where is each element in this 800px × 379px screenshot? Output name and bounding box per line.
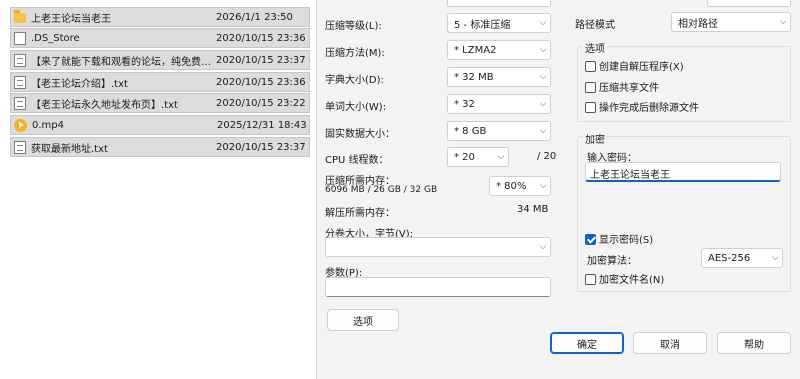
file-icon <box>14 31 26 45</box>
chevron-down-icon: ⌵ <box>539 18 547 28</box>
enc-names-checkbox[interactable]: 加密文件名(N) <box>585 271 664 286</box>
file-name: 【老王论坛介绍】.txt <box>31 78 128 90</box>
password-value: 上老王论坛当老王 <box>590 170 670 181</box>
chevron-down-icon: ⌵ <box>539 45 547 55</box>
file-date: 2020/10/15 23:22 <box>216 97 306 109</box>
chevron-down-icon: ⌵ <box>539 99 547 109</box>
level-value: 5 - 标准压缩 <box>454 19 511 31</box>
show-password-label: 显示密码(S) <box>599 235 654 246</box>
mem-comp-detail: 6096 MB / 26 GB / 32 GB <box>325 185 438 195</box>
checkbox-icon <box>585 102 596 113</box>
file-date: 2020/10/15 23:36 <box>216 76 306 88</box>
file-name: 【老王论坛永久地址发布页】.txt <box>31 99 178 111</box>
help-button[interactable]: 帮助 <box>717 332 791 354</box>
chevron-down-icon: ⌵ <box>536 0 550 2</box>
opt-shared-label: 压缩共享文件 <box>599 83 659 94</box>
chevron-down-icon: ⌵ <box>771 253 779 263</box>
split-select[interactable]: ⌵ <box>325 237 551 257</box>
show-password-checkbox[interactable]: 显示密码(S) <box>585 231 653 246</box>
file-row[interactable]: 0.mp4 2025/12/31 18:43 <box>10 115 310 135</box>
file-name: 【来了就能下载和观看的论坛，纯免费！... <box>31 56 216 68</box>
path-mode-label: 路径模式 <box>575 20 615 31</box>
file-date: 2020/10/15 23:37 <box>216 54 306 66</box>
method-label: 压缩方法(M): <box>325 48 385 59</box>
dict-value: * 32 MB <box>454 71 494 83</box>
dict-select[interactable]: * 32 MB ⌵ <box>447 67 551 87</box>
file-row[interactable]: .DS_Store 2020/10/15 23:36 <box>10 28 310 48</box>
file-row[interactable]: 【老王论坛介绍】.txt 2020/10/15 23:36 <box>10 72 310 92</box>
cpu-label: CPU 线程数： <box>325 155 389 166</box>
file-row[interactable]: 上老王论坛当老王 2026/1/1 23:50 <box>10 7 310 27</box>
folder-icon <box>14 10 26 23</box>
format-select-partial[interactable]: ⌵ <box>447 0 551 7</box>
dict-label: 字典大小(D): <box>325 75 384 86</box>
file-name: 0.mp4 <box>32 119 64 131</box>
file-date: 2020/10/15 23:37 <box>216 141 306 153</box>
update-mode-select-partial[interactable]: ⌵ <box>707 0 791 7</box>
file-row[interactable]: 获取最新地址.txt 2020/10/15 23:37 <box>10 137 310 157</box>
text-file-icon <box>14 140 26 154</box>
cpu-value: * 20 <box>454 151 475 163</box>
mem-comp-value: * 80% <box>496 180 527 192</box>
encryption-title: 加密 <box>583 131 607 146</box>
level-select[interactable]: 5 - 标准压缩 ⌵ <box>447 13 551 33</box>
opt-delete-label: 操作完成后删除源文件 <box>599 103 699 114</box>
mem-decomp-label: 解压所需内存： <box>325 208 395 219</box>
chevron-down-icon: ⌵ <box>539 181 547 191</box>
file-date: 2025/12/31 18:43 <box>217 119 307 131</box>
solid-value: * 8 GB <box>454 125 487 137</box>
file-row[interactable]: 【来了就能下载和观看的论坛，纯免费！... 2020/10/15 23:37 <box>10 50 310 70</box>
checkbox-checked-icon <box>585 234 596 245</box>
mem-comp-select[interactable]: * 80% ⌵ <box>489 176 551 196</box>
cpu-max: / 20 <box>537 151 557 162</box>
ok-button[interactable]: 确定 <box>550 332 624 354</box>
solid-select[interactable]: * 8 GB ⌵ <box>447 121 551 141</box>
word-value: * 32 <box>454 98 475 110</box>
path-mode-value: 相对路径 <box>678 18 718 30</box>
opt-delete-checkbox[interactable]: 操作完成后删除源文件 <box>585 99 699 114</box>
chevron-down-icon: ⌵ <box>497 152 505 162</box>
file-list: 上老王论坛当老王 2026/1/1 23:50 .DS_Store 2020/10/… <box>0 0 316 379</box>
enc-method-label: 加密算法： <box>587 256 637 267</box>
chevron-down-icon: ⌵ <box>539 126 547 136</box>
method-value: * LZMA2 <box>454 44 497 56</box>
compress-dialog: ⌵ ⌵ 压缩等级(L): 5 - 标准压缩 ⌵ 压缩方法(M): * LZMA2 ⌵… <box>316 0 800 379</box>
enc-method-select[interactable]: AES-256 ⌵ <box>701 248 783 268</box>
file-row[interactable]: 【老王论坛永久地址发布页】.txt 2020/10/15 23:22 <box>10 93 310 113</box>
text-file-icon <box>14 96 26 110</box>
chevron-down-icon: ⌵ <box>539 242 547 252</box>
opt-sfx-checkbox[interactable]: 创建自解压程序(X) <box>585 58 684 73</box>
cpu-select[interactable]: * 20 ⌵ <box>447 147 509 167</box>
text-file-icon <box>14 53 26 67</box>
path-mode-select[interactable]: 相对路径 ⌵ <box>671 12 791 32</box>
chevron-down-icon: ⌵ <box>539 72 547 82</box>
text-file-icon <box>14 75 26 89</box>
level-label: 压缩等级(L): <box>325 21 382 32</box>
chevron-down-icon: ⌵ <box>779 17 787 27</box>
cancel-button[interactable]: 取消 <box>633 332 707 354</box>
enc-names-label: 加密文件名(N) <box>599 275 665 286</box>
password-input[interactable]: 上老王论坛当老王 <box>585 162 781 182</box>
opt-sfx-label: 创建自解压程序(X) <box>599 62 684 73</box>
method-select[interactable]: * LZMA2 ⌵ <box>447 40 551 60</box>
checkbox-icon <box>585 274 596 285</box>
word-label: 单词大小(W): <box>325 102 387 113</box>
enc-method-value: AES-256 <box>708 252 751 264</box>
file-date: 2020/10/15 23:36 <box>216 32 306 44</box>
solid-label: 固实数据大小： <box>325 129 395 140</box>
chevron-down-icon: ⌵ <box>776 0 790 2</box>
file-date: 2026/1/1 23:50 <box>216 11 293 23</box>
options-title: 选项 <box>583 40 607 55</box>
word-select[interactable]: * 32 ⌵ <box>447 94 551 114</box>
checkbox-icon <box>585 82 596 93</box>
file-name: 上老王论坛当老王 <box>31 13 111 25</box>
video-file-icon <box>14 118 27 132</box>
checkbox-icon <box>585 61 596 72</box>
file-name: .DS_Store <box>31 32 80 44</box>
file-name: 获取最新地址.txt <box>31 143 108 155</box>
params-input[interactable] <box>325 277 551 297</box>
mem-decomp-value: 34 MB <box>517 204 549 215</box>
opt-shared-checkbox[interactable]: 压缩共享文件 <box>585 79 659 94</box>
options-button[interactable]: 选项 <box>327 309 399 331</box>
